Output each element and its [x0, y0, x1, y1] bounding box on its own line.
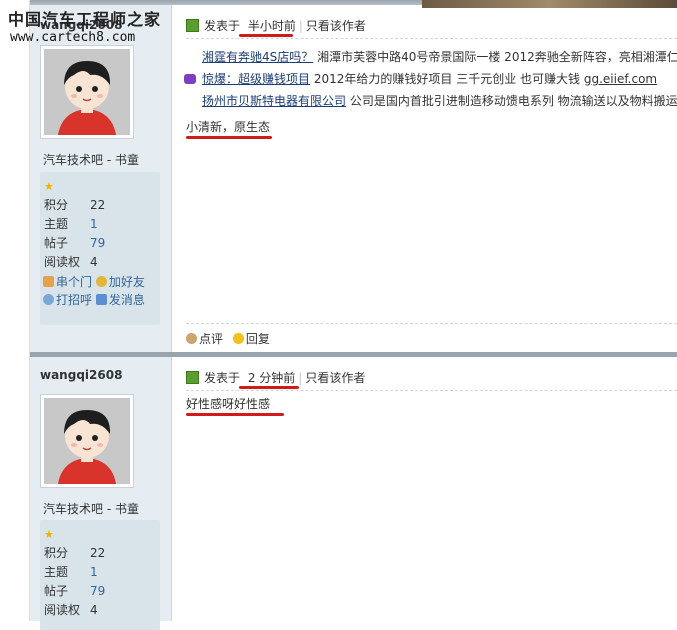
post-meta: 发表于 2 分钟前 | 只看该作者	[186, 369, 365, 387]
only-author-link[interactable]: 只看该作者	[305, 371, 365, 385]
red-underline	[186, 413, 284, 416]
user-rank: 汽车技术吧 - 书童	[43, 502, 139, 516]
footer-divider	[186, 323, 677, 324]
header-image-strip	[422, 0, 677, 8]
comment-icon	[186, 333, 197, 344]
watermark-url: www.cartech8.com	[10, 30, 136, 45]
user-rank: 汽车技术吧 - 书童	[43, 153, 139, 167]
post-time: 2 分钟前	[247, 371, 296, 385]
ad-line-1: 湘霆有奔驰4S店吗？ 湘潭市芙蓉中路40号帝景国际一楼 2012奔驰全新阵容，亮…	[202, 50, 677, 64]
add-friend-link[interactable]: 加好友	[95, 275, 145, 289]
post-content: 小清新，原生态	[186, 120, 271, 134]
stat-posts[interactable]: 帖子 79	[44, 582, 154, 600]
avatar-image	[44, 398, 130, 484]
envelope-icon	[95, 294, 107, 305]
red-underline	[239, 386, 299, 389]
watermark-title: 中国汽车工程师之家	[8, 10, 162, 29]
reply-button[interactable]: 回复	[232, 332, 270, 346]
ad-url-link[interactable]: gg.eiief.com	[584, 72, 657, 86]
post-body: 发表于 2 分钟前 | 只看该作者 好性感呀好性感	[172, 357, 677, 621]
greet-link[interactable]: 打招呼	[43, 293, 92, 307]
stat-points: 积分 22	[44, 546, 106, 560]
send-message-link[interactable]: 发消息	[95, 293, 145, 307]
ad-title-link[interactable]: 惊爆：超级赚钱项目	[202, 72, 310, 86]
user-actions: 串个门 加好友 打招呼 发消息	[43, 273, 145, 309]
visit-link[interactable]: 串个门	[43, 275, 92, 289]
only-author-link[interactable]: 只看该作者	[306, 19, 366, 33]
star-icon: ★	[44, 528, 54, 541]
stat-read-permission: 阅读权 4	[44, 255, 98, 269]
meta-divider	[186, 38, 677, 39]
star-icon: ★	[44, 180, 54, 193]
stat-topics[interactable]: 主题 1	[44, 215, 154, 233]
author-sidebar: wangqi2608 汽车技术吧 - 书童 ★ 积分 22 主题 1 帖子 79…	[30, 357, 172, 630]
reply-icon	[232, 333, 244, 344]
red-underline	[186, 136, 272, 139]
greet-icon	[43, 294, 54, 305]
ad-line-3: 扬州市贝斯特电器有限公司 公司是国内首批引进制造移动馈电系列 物流输送以及物料搬…	[202, 94, 677, 108]
post-footer: 点评 回复	[186, 330, 270, 348]
user-stats-panel: ★ 积分 22 主题 1 帖子 79 阅读权 4	[40, 520, 160, 630]
ad-title-link[interactable]: 湘霆有奔驰4S店吗？	[202, 50, 313, 64]
post-2: wangqi2608 汽车技术吧 - 书童 ★ 积分 22 主题 1 帖子 79…	[30, 352, 677, 630]
comment-button[interactable]: 点评	[186, 332, 223, 346]
username[interactable]: wangqi2608	[40, 368, 122, 382]
add-friend-icon	[95, 276, 107, 287]
online-icon	[186, 19, 199, 32]
post-body: 发表于 半小时前 | 只看该作者 湘霆有奔驰4S店吗？ 湘潭市芙蓉中路40号帝景国际…	[172, 5, 677, 352]
stat-topics[interactable]: 主题 1	[44, 563, 154, 581]
left-margin	[0, 0, 30, 621]
red-underline	[239, 34, 293, 37]
author-sidebar: 汽车技术吧 - 书童 ★ 积分 22 主题 1 帖子 79 阅读权 4 串个门 加好友 …	[30, 5, 172, 352]
house-icon	[43, 276, 54, 287]
post-time: 半小时前	[247, 19, 296, 33]
post-meta: 发表于 半小时前 | 只看该作者	[186, 17, 366, 35]
post-content: 好性感呀好性感	[186, 397, 271, 411]
avatar[interactable]	[40, 45, 134, 139]
avatar-image	[44, 49, 130, 135]
avatar[interactable]	[40, 394, 134, 488]
ad-title-link[interactable]: 扬州市贝斯特电器有限公司	[202, 94, 346, 108]
ad-badge-icon	[184, 74, 196, 84]
stat-read-permission: 阅读权 4	[44, 603, 98, 617]
user-stats-panel: ★ 积分 22 主题 1 帖子 79 阅读权 4 串个门 加好友 打招呼 发消息	[40, 172, 160, 325]
stat-posts[interactable]: 帖子 79	[44, 234, 154, 252]
meta-divider	[186, 390, 677, 391]
ad-line-2: 惊爆：超级赚钱项目 2012年给力的赚钱好项目 三千元创业 也可赚大钱 gg.e…	[184, 70, 657, 88]
online-icon	[186, 371, 199, 384]
stat-points: 积分 22	[44, 198, 106, 212]
post-1: 汽车技术吧 - 书童 ★ 积分 22 主题 1 帖子 79 阅读权 4 串个门 加好友 …	[30, 0, 677, 352]
